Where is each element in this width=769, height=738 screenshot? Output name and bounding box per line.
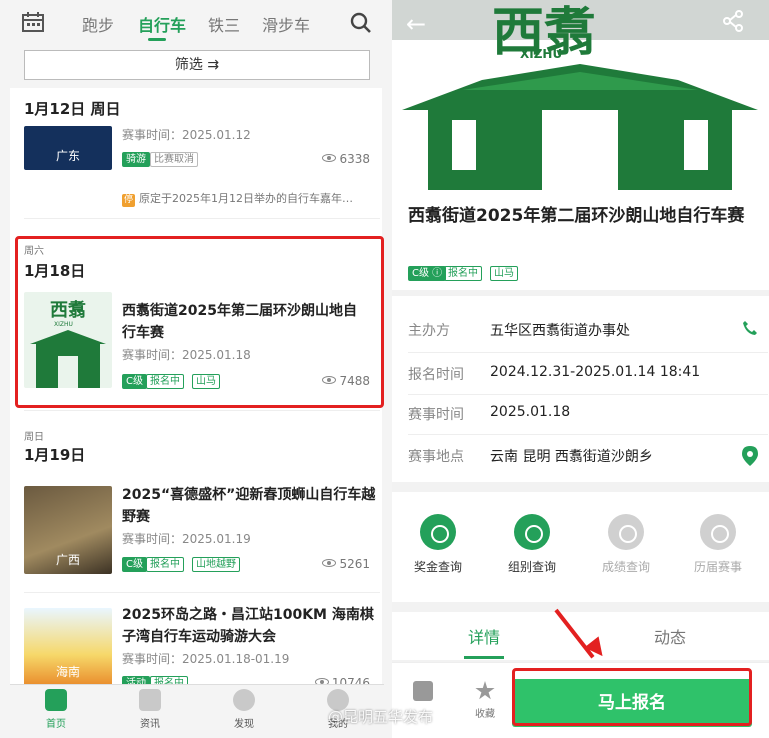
event-info: 主办方 五华区西翥街道办事处 报名时间 2024.12.31-2025.01.1… [392,296,769,482]
thumbnail-region: 海南 [55,665,80,679]
group-query-button[interactable]: 组别查询 [492,514,572,575]
tag-grade: C级 [122,557,147,572]
divider [24,218,380,219]
event-thumbnail[interactable]: 广西 [24,486,112,574]
compass-icon [233,689,255,711]
active-tab-indicator [148,38,166,41]
highlight-box [512,668,752,726]
prize-icon [420,514,456,550]
group-icon [514,514,550,550]
divider [408,434,768,435]
thumbnail-region: 广西 [55,553,80,567]
date-heading: 1月12日 周日 [24,100,121,118]
medal-icon [608,514,644,550]
tag-grade[interactable]: C级 ⓘ [408,266,447,281]
event-time: 赛事时间：2025.01.12 [122,128,251,142]
info-organizer: 主办方 五华区西翥街道办事处 [408,314,758,344]
thumbnail-region: 广东 [55,149,80,163]
camera-button[interactable] [398,681,448,705]
camera-icon [413,681,433,701]
event-list-screen: 跑步 自行车 铁三 滑步车 筛选 ⇉ 1月12日 周日 广东 赛事时间：2025… [0,0,392,738]
tag-cancelled: 比赛取消 [150,152,198,167]
action-grid: 奖金查询 组别查询 成绩查询 历届赛事 [392,492,769,602]
tag-type: 山地越野 [192,557,240,572]
share-icon[interactable] [722,10,744,32]
highlight-box [15,236,384,408]
event-thumbnail[interactable]: 广东 [24,126,112,170]
eye-icon [322,154,337,162]
tag-status: 报名中 [146,557,184,572]
calendar-icon[interactable] [22,12,44,32]
event-time: 赛事时间：2025.01.19 [122,532,251,546]
view-count: 6338 [310,152,370,166]
detail-tabs: 详情 动态 [392,612,769,660]
event-title[interactable]: 2025“喜德盛杯”迎新春顶蛳山自行车越野赛 [122,484,377,528]
tab-balance-bike[interactable]: 滑步车 [262,12,310,36]
event-thumbnail[interactable]: 海南 [24,608,112,686]
weekday-label: 周日 [24,432,44,443]
tag-type: 山马 [490,266,518,281]
nav-discover[interactable]: 发现 [214,689,274,730]
info-registration-time: 报名时间 2024.12.31-2025.01.14 18:41 [408,364,701,383]
prize-query-button[interactable]: 奖金查询 [398,514,478,575]
event-header-card: 西翥街道2025年第二届环沙朗山地自行车赛 C级 ⓘ 报名中 山马 [392,190,769,290]
filter-button[interactable]: 筛选 ⇉ [24,50,370,80]
nav-news[interactable]: 资讯 [120,689,180,730]
watermark: @昆明五华发布 [328,708,434,726]
tab-running[interactable]: 跑步 [82,12,114,36]
back-arrow-icon[interactable]: ← [406,10,426,38]
event-title[interactable]: 2025环岛之路・昌江站100KM 海南棋子湾自行车运动骑游大会 [122,604,377,648]
tag-status: 报名中 [444,266,482,281]
info-location: 赛事地点 云南 昆明 西翥街道沙朗乡 [408,440,758,470]
event-time: 赛事时间：2025.01.18-01.19 [122,652,290,666]
poster-subtitle: XIZHU [520,47,562,61]
history-icon [700,514,736,550]
divider [408,394,768,395]
home-icon [45,689,67,711]
tab-cycling[interactable]: 自行车 [138,12,186,36]
tag-ride: 骑游 [122,152,150,167]
tab-details[interactable]: 详情 [468,624,500,648]
view-count: 5261 [310,557,370,571]
event-detail-screen: 西翥 XIZHU ← 西翥街道2025年第二届环沙朗山地自行车赛 C级 ⓘ 报名… [392,0,769,738]
category-tabs: 跑步 自行车 铁三 滑步车 [0,0,392,44]
search-icon[interactable] [350,12,372,34]
news-icon [139,689,161,711]
event-poster: 西翥 XIZHU [392,0,769,190]
past-events-button[interactable]: 历届赛事 [678,514,758,575]
stop-badge: 停 [122,194,135,207]
date-heading: 1月19日 [24,446,86,464]
event-note: 停原定于2025年1月12日举办的自行车嘉年… [122,192,353,207]
info-event-time: 赛事时间 2025.01.18 [408,404,571,423]
divider [408,352,768,353]
event-title: 西翥街道2025年第二届环沙朗山地自行车赛 [408,206,745,226]
eye-icon [322,559,337,567]
divider [24,410,380,411]
tab-triathlon[interactable]: 铁三 [208,12,240,36]
active-tab-indicator [464,656,504,659]
favorite-button[interactable]: 收藏 [460,681,510,720]
tab-updates[interactable]: 动态 [654,624,686,648]
location-pin-icon[interactable] [742,446,758,466]
results-query-button[interactable]: 成绩查询 [586,514,666,575]
screenshot-composite: 跑步 自行车 铁三 滑步车 筛选 ⇉ 1月12日 周日 广东 赛事时间：2025… [0,0,769,738]
phone-icon[interactable] [742,320,758,336]
nav-home[interactable]: 首页 [26,689,86,730]
divider [24,592,380,593]
star-icon [475,681,495,700]
